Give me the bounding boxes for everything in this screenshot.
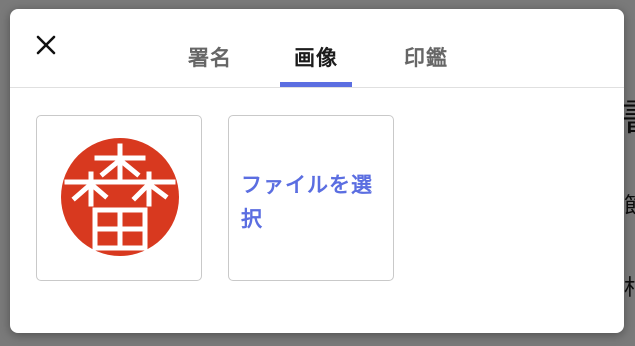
tab-divider [10,87,624,88]
stamp-image-tile[interactable] [36,115,202,281]
tab-seal[interactable]: 印鑑 [400,42,452,72]
tab-signature[interactable]: 署名 [184,42,236,72]
file-select-label[interactable]: ファイルを選択 [241,168,381,236]
file-select-tile[interactable]: ファイルを選択 [228,115,394,281]
tab-image[interactable]: 画像 [290,42,342,72]
signature-dialog: 署名 画像 印鑑 ファイルを選択 [10,9,624,333]
tab-bar: 署名 画像 印鑑 [10,9,624,87]
seal-stamp-image [61,138,179,256]
